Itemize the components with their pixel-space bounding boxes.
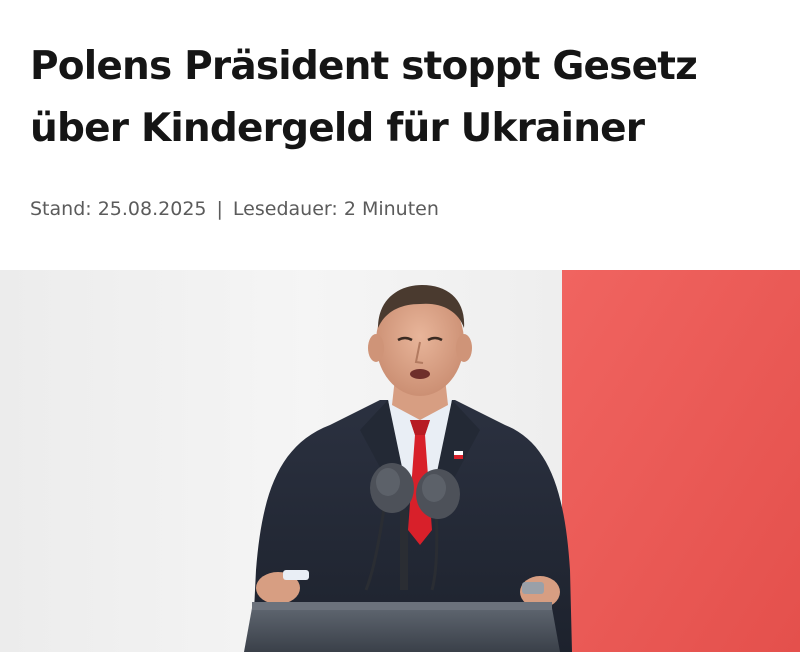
microphone-right (416, 469, 460, 519)
headline-line-1: Polens Präsident stoppt Gesetz (30, 44, 698, 89)
meta-separator: | (216, 198, 223, 220)
mouth (410, 369, 430, 379)
reading-time-value: 2 Minuten (343, 198, 439, 220)
headline-line-2: über Kindergeld für Ukrainer (30, 106, 645, 151)
reading-time-label: Lesedauer: (232, 198, 338, 220)
bottom-whitespace (0, 652, 800, 665)
article-header: Polens Präsident stoppt Gesetz über Kind… (0, 0, 800, 270)
hero-image (0, 270, 800, 652)
article-meta: Stand: 25.08.2025 | Lesedauer: 2 Minuten (30, 196, 439, 222)
stand-label: Stand: (30, 198, 92, 220)
backdrop-red (562, 270, 800, 652)
podium (244, 608, 560, 652)
microphone-left (370, 463, 414, 513)
mic-stand (400, 510, 408, 590)
publish-date: 25.08.2025 (97, 198, 207, 220)
flag-pin (454, 451, 463, 455)
article-headline: Polens Präsident stoppt Gesetz über Kind… (30, 36, 775, 160)
wristwatch (522, 582, 544, 594)
hero-photo-illustration (0, 270, 800, 652)
